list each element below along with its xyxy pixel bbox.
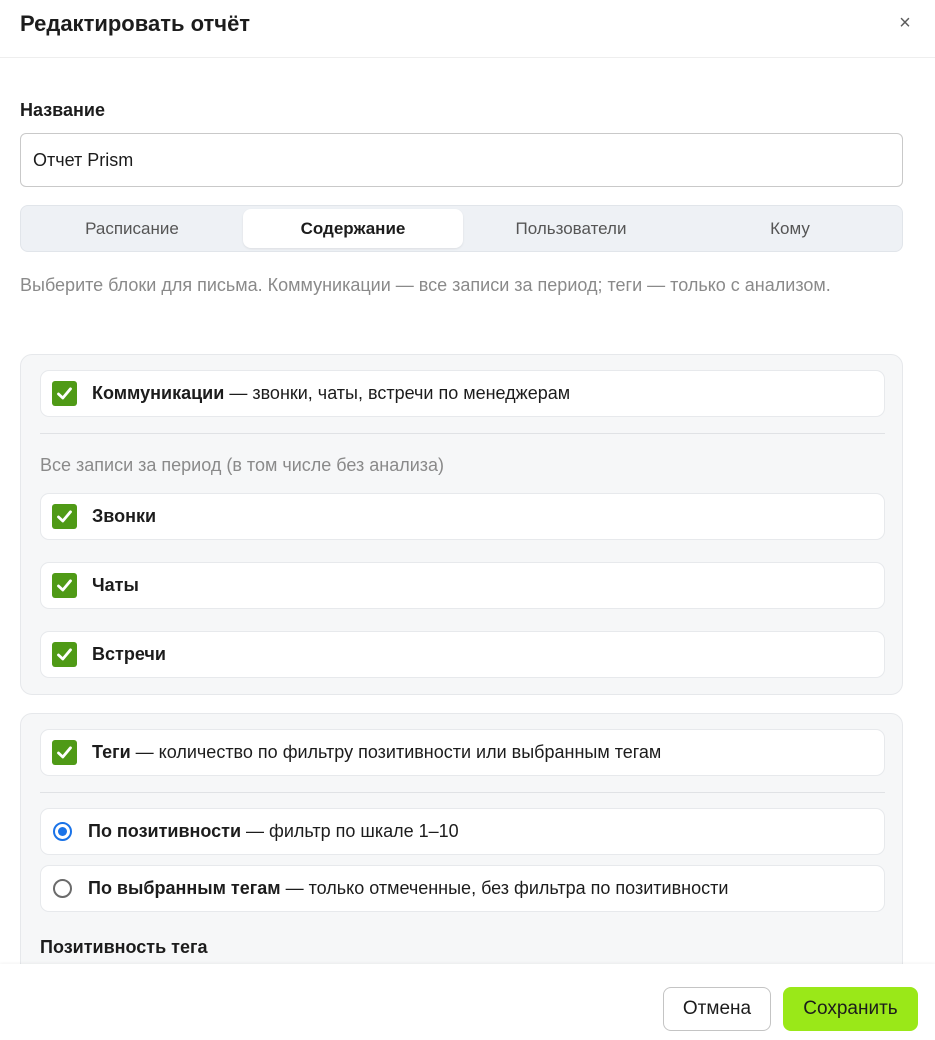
tags-panel: Теги — количество по фильтру позитивност… (20, 713, 903, 964)
radio-icon[interactable] (53, 822, 72, 841)
positivity-option-label: По позитивности — фильтр по шкале 1–10 (88, 809, 459, 854)
communications-label: Коммуникации — звонки, чаты, встречи по … (92, 371, 570, 416)
tags-suffix: — количество по фильтру позитивности или… (130, 742, 662, 762)
cancel-button[interactable]: Отмена (663, 987, 771, 1031)
selected-tags-radio-row[interactable]: По выбранным тегам — только отмеченные, … (40, 865, 885, 912)
communications-toggle[interactable]: Коммуникации — звонки, чаты, встречи по … (40, 370, 885, 417)
meetings-checkbox-row[interactable]: Встречи (40, 631, 885, 678)
tab-users[interactable]: Пользователи (461, 206, 681, 251)
tags-title: Теги (92, 742, 131, 762)
selected-tags-option-title: По выбранным тегам (88, 878, 281, 898)
selected-tags-option-suffix: — только отмеченные, без фильтра по пози… (280, 878, 729, 898)
name-label: Название (20, 100, 105, 120)
dialog-body: Название Расписание Содержание Пользоват… (0, 58, 935, 964)
positivity-option-title: По позитивности (88, 821, 242, 841)
tab-content[interactable]: Содержание (243, 209, 463, 248)
chats-label: Чаты (92, 575, 139, 595)
meetings-label: Встречи (92, 644, 166, 664)
radio-icon[interactable] (53, 879, 72, 898)
close-icon[interactable]: × (894, 10, 916, 36)
communications-panel: Коммуникации — звонки, чаты, встречи по … (20, 354, 903, 695)
calls-checkbox-row[interactable]: Звонки (40, 493, 885, 540)
communications-suffix: — звонки, чаты, встречи по менеджерам (224, 383, 571, 403)
report-name-input[interactable] (20, 133, 903, 187)
dialog-title: Редактировать отчёт (20, 11, 251, 36)
divider (40, 433, 885, 434)
content-description: Выберите блоки для письма. Коммуникации … (20, 275, 831, 295)
checkmark-icon[interactable] (52, 740, 77, 765)
checkmark-icon[interactable] (52, 573, 77, 598)
positivity-option-suffix: — фильтр по шкале 1–10 (241, 821, 459, 841)
tab-bar: Расписание Содержание Пользователи Кому (20, 205, 903, 252)
communications-title: Коммуникации (92, 383, 225, 403)
checkmark-icon[interactable] (52, 642, 77, 667)
selected-tags-option-label: По выбранным тегам — только отмеченные, … (88, 866, 728, 911)
save-button[interactable]: Сохранить (783, 987, 918, 1031)
communications-subheading: Все записи за период (в том числе без ан… (40, 455, 445, 475)
checkmark-icon[interactable] (52, 504, 77, 529)
chats-checkbox-row[interactable]: Чаты (40, 562, 885, 609)
calls-label: Звонки (92, 506, 157, 526)
tab-schedule[interactable]: Расписание (22, 206, 242, 251)
tags-label: Теги — количество по фильтру позитивност… (92, 730, 661, 775)
tab-recipients[interactable]: Кому (680, 206, 900, 251)
checkmark-icon[interactable] (52, 381, 77, 406)
tags-toggle[interactable]: Теги — количество по фильтру позитивност… (40, 729, 885, 776)
positivity-label: Позитивность тега (40, 937, 208, 957)
divider (40, 792, 885, 793)
positivity-radio-row[interactable]: По позитивности — фильтр по шкале 1–10 (40, 808, 885, 855)
dialog-footer: Отмена Сохранить (0, 964, 935, 1040)
dialog-header: Редактировать отчёт × (0, 0, 935, 58)
